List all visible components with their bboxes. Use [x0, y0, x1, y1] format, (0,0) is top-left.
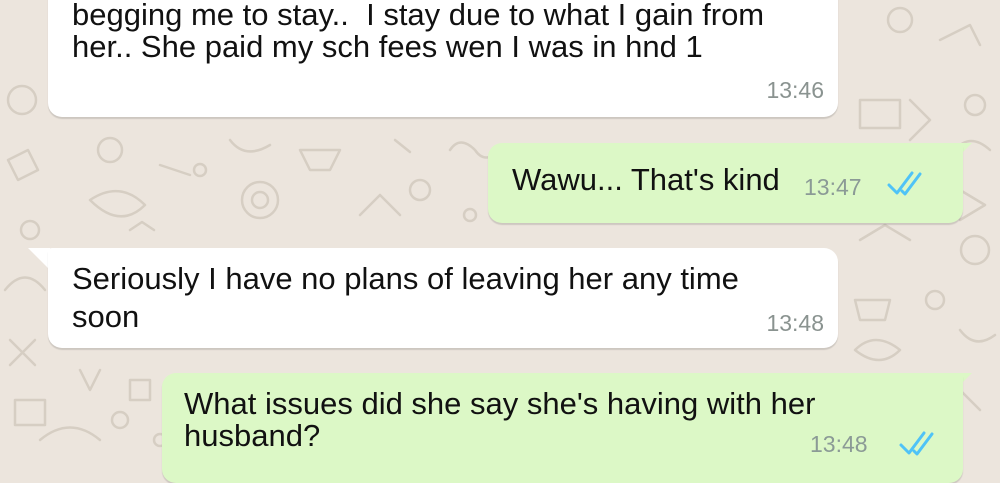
message-text-line: soon: [72, 299, 140, 334]
message-text-line: husband?: [184, 418, 321, 453]
message-timestamp: 13:48: [810, 431, 868, 457]
double-check-read-icon: [899, 431, 934, 456]
bubble-tail-incoming: [28, 248, 50, 270]
message-text-line: her.. She paid my sch fees wen I was in …: [72, 29, 703, 64]
message-timestamp: 13:47: [804, 174, 862, 200]
message-text-line: Wawu... That's kind: [512, 162, 780, 197]
message-bubble-incoming[interactable]: begging me to stay.. I stay due to what …: [48, 0, 838, 117]
message-timestamp: 13:48: [766, 310, 824, 336]
message-timestamp: 13:46: [766, 77, 824, 103]
message-bubble-outgoing[interactable]: Wawu... That's kind 13:47: [488, 143, 963, 223]
message-bubble-outgoing[interactable]: What issues did she say she's having wit…: [162, 373, 963, 483]
message-text-line: Seriously I have no plans of leaving her…: [72, 261, 739, 296]
message-bubble-incoming[interactable]: Seriously I have no plans of leaving her…: [48, 248, 838, 348]
double-check-read-icon: [887, 171, 922, 196]
